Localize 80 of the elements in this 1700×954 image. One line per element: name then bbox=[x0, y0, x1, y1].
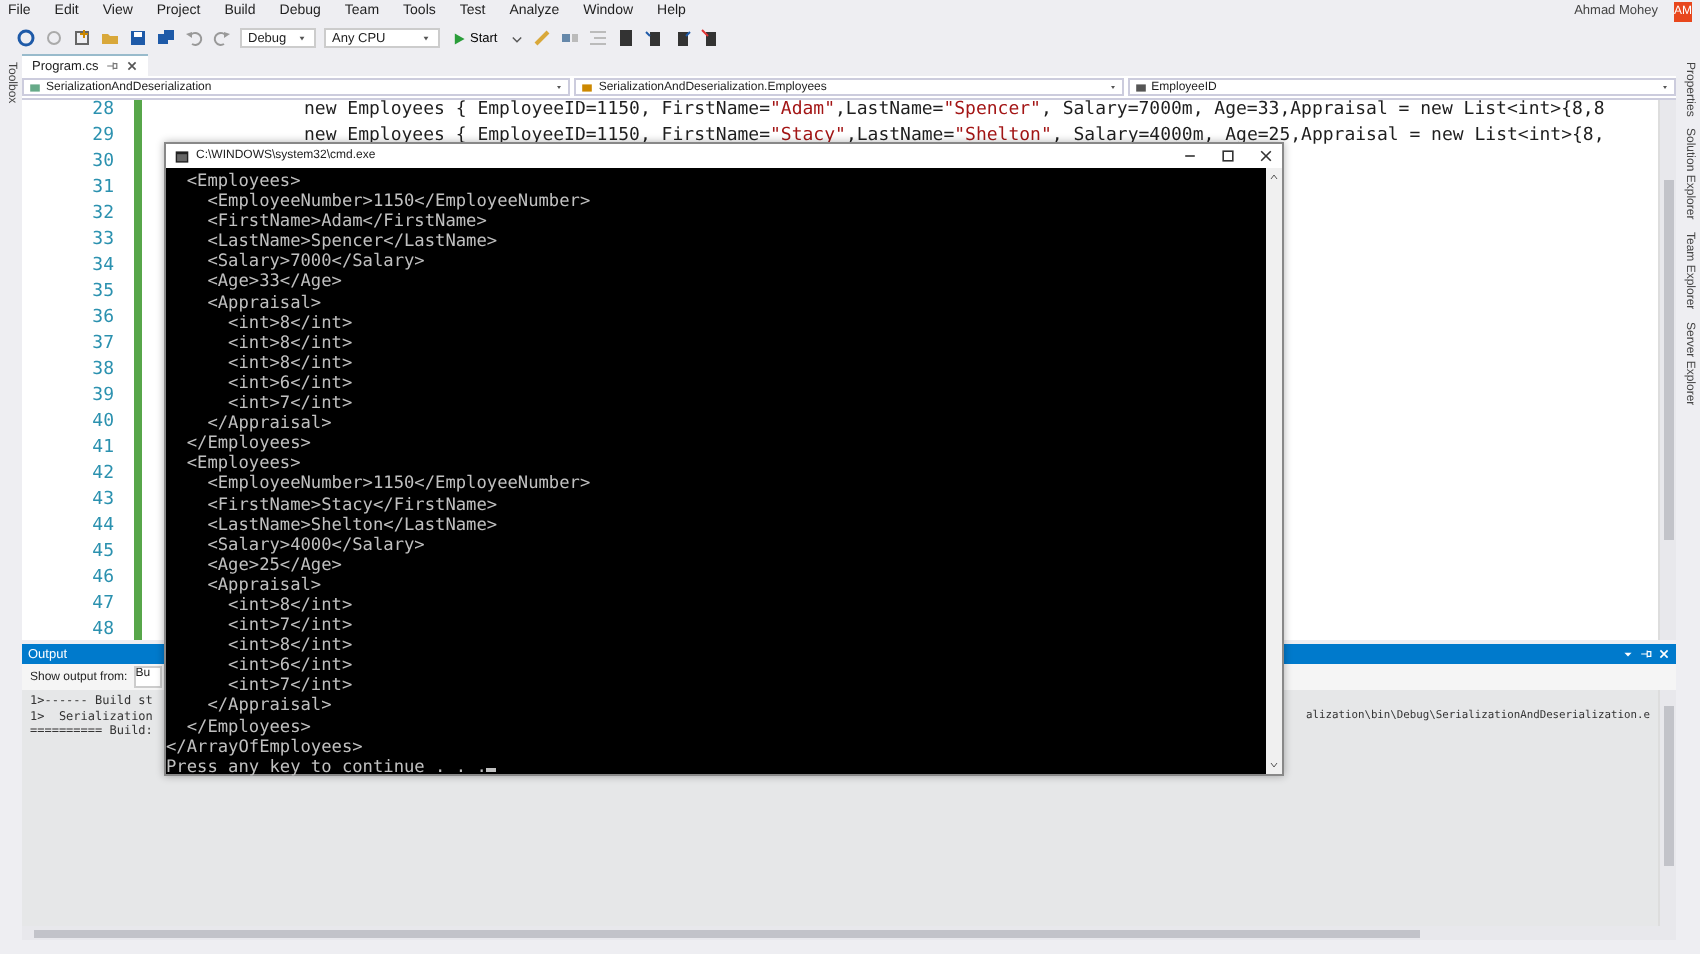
console-text: <Salary>7000</Salary> bbox=[205, 252, 425, 273]
back-icon[interactable] bbox=[16, 28, 36, 48]
line-number: 37 bbox=[90, 334, 114, 358]
line-number: 34 bbox=[90, 256, 114, 280]
scrollbar[interactable] bbox=[1658, 100, 1676, 640]
bookmark-icon[interactable] bbox=[615, 28, 636, 48]
console-text: </ArrayOfEmployees> bbox=[166, 737, 363, 758]
console-text: <FirstName>Stacy</FirstName> bbox=[205, 495, 498, 515]
console-text: <LastName>Spencer</LastName> bbox=[205, 232, 498, 253]
console-text: <Salary>4000</Salary> bbox=[205, 535, 425, 556]
console-text: <int>8</int> bbox=[226, 313, 353, 334]
line-number: 42 bbox=[90, 464, 114, 488]
console-text: <Employees> bbox=[184, 172, 301, 192]
console-text: Press any key to continue . . . bbox=[166, 757, 487, 778]
console-text: <int>8</int> bbox=[226, 353, 353, 374]
dropdown-caret-icon[interactable] bbox=[509, 31, 524, 45]
line-number: 48 bbox=[90, 620, 114, 644]
text-cursor bbox=[486, 767, 497, 772]
console-text: <Appraisal> bbox=[205, 293, 322, 314]
bookmark-clear-icon[interactable] bbox=[699, 28, 720, 48]
console-text: <FirstName>Adam</FirstName> bbox=[205, 212, 487, 233]
console-text: <Age>33</Age> bbox=[205, 272, 342, 293]
line-number: 30 bbox=[90, 152, 114, 176]
line-number: 47 bbox=[90, 594, 114, 618]
line-number: 43 bbox=[90, 490, 114, 514]
console-text: <Appraisal> bbox=[205, 575, 322, 596]
console-icon bbox=[174, 149, 190, 163]
pin-icon[interactable] bbox=[106, 60, 119, 72]
console-text: <Age>25</Age> bbox=[205, 555, 342, 576]
line-number: 31 bbox=[90, 178, 114, 202]
save-icon[interactable] bbox=[128, 28, 148, 48]
maximize-icon[interactable] bbox=[1220, 148, 1236, 164]
console-text: <int>6</int> bbox=[226, 656, 353, 677]
dropdown-caret-icon[interactable] bbox=[1622, 648, 1634, 660]
line-number: 32 bbox=[90, 204, 114, 228]
console-text: </Appraisal> bbox=[207, 414, 332, 435]
line-number: 35 bbox=[90, 282, 114, 306]
console-text: <int>8</int> bbox=[226, 636, 353, 657]
console-text: </Employees> bbox=[184, 434, 311, 455]
console-text: </Employees> bbox=[184, 717, 311, 738]
layout-icon[interactable] bbox=[559, 28, 580, 48]
console-text: <EmployeeNumber>1150</EmployeeNumber> bbox=[207, 474, 591, 495]
line-number: 38 bbox=[90, 360, 114, 384]
caret-icon bbox=[1107, 82, 1118, 92]
close-icon[interactable] bbox=[1258, 148, 1274, 164]
line-number: 39 bbox=[90, 386, 114, 410]
console-text: <EmployeeNumber>1150</EmployeeNumber> bbox=[205, 192, 591, 213]
console-text: <Employees> bbox=[184, 454, 301, 475]
console-text: <int>8</int> bbox=[226, 333, 353, 354]
line-number: 36 bbox=[90, 308, 114, 332]
console-text: </Appraisal> bbox=[205, 696, 332, 717]
line-number: 45 bbox=[90, 542, 114, 566]
scrollbar[interactable] bbox=[1266, 168, 1282, 774]
bookmark-prev-icon[interactable] bbox=[643, 28, 664, 48]
caret-icon bbox=[554, 82, 565, 92]
play-icon bbox=[452, 31, 466, 45]
scroll-up-icon[interactable] bbox=[1268, 172, 1280, 182]
scrollbar[interactable] bbox=[22, 926, 1676, 940]
line-number: 40 bbox=[90, 412, 114, 436]
line-number: 28 bbox=[90, 100, 114, 124]
caret-icon bbox=[1659, 82, 1670, 92]
console-text: <int>7</int> bbox=[228, 676, 353, 697]
console-text: <int>7</int> bbox=[228, 394, 353, 415]
line-number: 33 bbox=[90, 230, 114, 254]
line-number: 41 bbox=[90, 438, 114, 462]
code-line: new Employees { EmployeeID=1150, FirstName="Adam",LastName="Spencer", Salary=7000m, Age=33,Appraisal = new List<int>{8,8 bbox=[302, 100, 1607, 124]
close-icon[interactable] bbox=[126, 60, 139, 72]
scroll-down-icon[interactable] bbox=[1268, 760, 1280, 770]
caret-icon bbox=[420, 32, 432, 44]
console-text: <int>6</int> bbox=[226, 373, 353, 394]
scrollbar[interactable] bbox=[1658, 690, 1676, 926]
console-text: <int>8</int> bbox=[226, 595, 353, 616]
save-all-icon[interactable] bbox=[156, 28, 176, 48]
new-project-icon[interactable] bbox=[72, 28, 92, 48]
line-number: 29 bbox=[90, 126, 114, 150]
console-text: <int>7</int> bbox=[226, 616, 353, 637]
line-number: 44 bbox=[90, 516, 114, 540]
caret-icon bbox=[296, 32, 308, 44]
console-text: <LastName>Shelton</LastName> bbox=[205, 515, 498, 536]
line-number: 46 bbox=[90, 568, 114, 592]
